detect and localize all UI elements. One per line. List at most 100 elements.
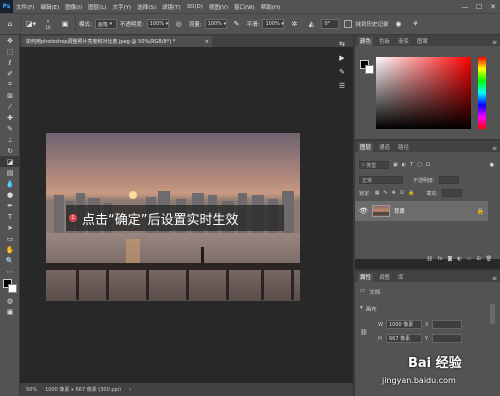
color-swatches[interactable] xyxy=(0,277,20,295)
menu-layer[interactable]: 图层(L) xyxy=(85,3,109,11)
lock-artboard-icon[interactable]: ⊡ xyxy=(400,190,404,196)
tab-color[interactable]: 颜色 xyxy=(358,37,374,46)
width-field[interactable]: 1000 像素 xyxy=(386,320,422,329)
panel-menu-icon[interactable]: ≡ xyxy=(492,39,497,46)
minimize-button[interactable]: — xyxy=(458,0,472,13)
layer-style-icon[interactable]: fx xyxy=(438,256,443,262)
hue-slider[interactable] xyxy=(478,57,486,129)
menu-view[interactable]: 视图(V) xyxy=(206,3,231,11)
lock-pixels-icon[interactable]: ▦ xyxy=(375,190,380,196)
clone-stamp-tool-icon[interactable]: ⊥ xyxy=(0,134,20,145)
symmetry-icon[interactable]: ⚘ xyxy=(408,17,422,31)
gradient-tool-icon[interactable]: ▤ xyxy=(0,167,20,178)
menu-filter[interactable]: 滤镜(T) xyxy=(159,3,184,11)
opacity-field[interactable]: 100% ▾ xyxy=(146,19,169,29)
lock-all-icon[interactable]: 🔒 xyxy=(408,190,414,196)
link-layers-icon[interactable]: ⛓ xyxy=(426,256,432,262)
angle-field[interactable]: 0° xyxy=(321,19,340,29)
erase-history-checkbox[interactable] xyxy=(344,20,353,28)
document-info[interactable]: 1000 像素 x 667 像素 (300 ppi) xyxy=(45,386,121,393)
lock-paint-icon[interactable]: ✎ xyxy=(383,190,387,196)
move-tool-icon[interactable]: ✥ xyxy=(0,35,20,46)
pen-tool-icon[interactable]: ✒ xyxy=(0,200,20,211)
tab-properties[interactable]: 属性 xyxy=(358,273,374,282)
angle-icon[interactable]: ◭ xyxy=(304,17,318,31)
smoothing-settings-icon[interactable]: ✲ xyxy=(287,17,301,31)
eyedropper-tool-icon[interactable]: ⁄ xyxy=(0,101,20,112)
menu-select[interactable]: 选择(S) xyxy=(134,3,159,11)
delete-layer-icon[interactable]: 🗑 xyxy=(486,256,492,262)
tab-patterns[interactable]: 图案 xyxy=(415,37,430,46)
document-tab[interactable]: 如何用photoshop调整照片亮度和对比度.jpeg @ 50%(RGB/8*… xyxy=(22,36,212,47)
menu-help[interactable]: 帮助(H) xyxy=(258,3,283,11)
menu-file[interactable]: 文件(F) xyxy=(13,3,37,11)
home-icon[interactable]: ⌂ xyxy=(3,17,17,31)
properties-scrollbar[interactable] xyxy=(490,304,495,324)
canvas-section-header[interactable]: ▾ 画布 xyxy=(360,305,377,313)
filter-smart-icon[interactable]: ⊡ xyxy=(426,162,430,168)
filter-type-icon[interactable]: T xyxy=(410,162,413,168)
smooth-field[interactable]: 100% ▾ xyxy=(262,19,285,29)
screen-mode-icon[interactable]: ▣ xyxy=(0,306,20,317)
path-select-tool-icon[interactable]: ➤ xyxy=(0,222,20,233)
brush-settings-icon[interactable]: ▣ xyxy=(58,17,72,31)
filter-pixel-icon[interactable]: ▣ xyxy=(393,162,398,168)
menu-image[interactable]: 图像(I) xyxy=(62,3,85,11)
airbrush-icon[interactable]: ✎ xyxy=(230,17,244,31)
color-picker-field[interactable] xyxy=(376,57,471,129)
link-dimensions-icon[interactable]: ⛓ xyxy=(360,329,368,336)
filter-shape-icon[interactable]: ▢ xyxy=(417,162,422,168)
rectangle-tool-icon[interactable]: ▭ xyxy=(0,233,20,244)
brush-settings-panel-icon[interactable]: ✎ xyxy=(332,65,352,79)
menu-window[interactable]: 窗口(W) xyxy=(231,3,258,11)
filter-toggle-icon[interactable]: ● xyxy=(490,162,494,168)
frame-tool-icon[interactable]: ⊠ xyxy=(0,90,20,101)
status-arrow-icon[interactable]: › xyxy=(129,387,131,393)
new-layer-icon[interactable]: ⊞ xyxy=(476,256,480,262)
more-tools-icon[interactable]: ⋯ xyxy=(0,266,20,277)
add-mask-icon[interactable]: ◙ xyxy=(447,256,452,262)
actions-panel-icon[interactable]: ▶ xyxy=(332,51,352,65)
quick-select-tool-icon[interactable]: ✐ xyxy=(0,68,20,79)
layer-kind-filter[interactable]: ⌕ 类型 xyxy=(359,161,389,169)
tab-gradients[interactable]: 渐变 xyxy=(396,37,411,46)
panel-background-swatch[interactable] xyxy=(365,65,374,74)
hand-tool-icon[interactable]: ✋ xyxy=(0,244,20,255)
close-button[interactable]: ✕ xyxy=(486,0,500,13)
layer-row-background[interactable]: 👁 背景 🔒 xyxy=(355,201,488,221)
blend-mode-select[interactable]: 正常 xyxy=(359,176,403,184)
dodge-tool-icon[interactable]: ● xyxy=(0,189,20,200)
brush-tool-icon[interactable]: ✎ xyxy=(0,123,20,134)
tab-paths[interactable]: 路径 xyxy=(396,143,411,152)
pressure-opacity-icon[interactable]: ◎ xyxy=(172,17,186,31)
crop-tool-icon[interactable]: ⌗ xyxy=(0,79,20,90)
mode-select[interactable]: 画笔 ▾ xyxy=(94,19,117,29)
menu-3d[interactable]: 3D(D) xyxy=(184,4,206,10)
filter-adjust-icon[interactable]: ◐ xyxy=(402,162,406,168)
tab-swatches[interactable]: 色板 xyxy=(377,37,392,46)
x-field[interactable] xyxy=(432,320,462,329)
menu-type[interactable]: 文字(Y) xyxy=(110,3,135,11)
flow-field[interactable]: 100% ▾ xyxy=(204,19,227,29)
menu-edit[interactable]: 编辑(E) xyxy=(37,3,62,11)
pressure-size-icon[interactable]: ◉ xyxy=(391,17,405,31)
lasso-tool-icon[interactable]: ℓ xyxy=(0,57,20,68)
y-field[interactable] xyxy=(432,334,462,343)
height-field[interactable]: 667 像素 xyxy=(386,334,422,343)
tab-adjustments[interactable]: 调整 xyxy=(377,273,392,282)
maximize-button[interactable]: ☐ xyxy=(472,0,486,13)
history-brush-tool-icon[interactable]: ↻ xyxy=(0,145,20,156)
layer-opacity-field[interactable] xyxy=(438,176,459,184)
tab-layers[interactable]: 图层 xyxy=(358,143,374,152)
fill-field[interactable] xyxy=(441,189,462,197)
blur-tool-icon[interactable]: 💧 xyxy=(0,178,20,189)
eraser-tool-icon[interactable]: ◪ xyxy=(0,156,20,167)
tab-channels[interactable]: 通道 xyxy=(377,143,392,152)
zoom-level[interactable]: 50% xyxy=(26,387,37,393)
healing-brush-tool-icon[interactable]: ✚ xyxy=(0,112,20,123)
visibility-eye-icon[interactable]: 👁 xyxy=(359,207,368,215)
new-group-icon[interactable]: ▭ xyxy=(467,256,472,262)
panel-menu-icon[interactable]: ≡ xyxy=(492,145,497,152)
tab-libraries[interactable]: 库 xyxy=(396,273,406,282)
quick-mask-icon[interactable]: ◍ xyxy=(0,295,20,306)
